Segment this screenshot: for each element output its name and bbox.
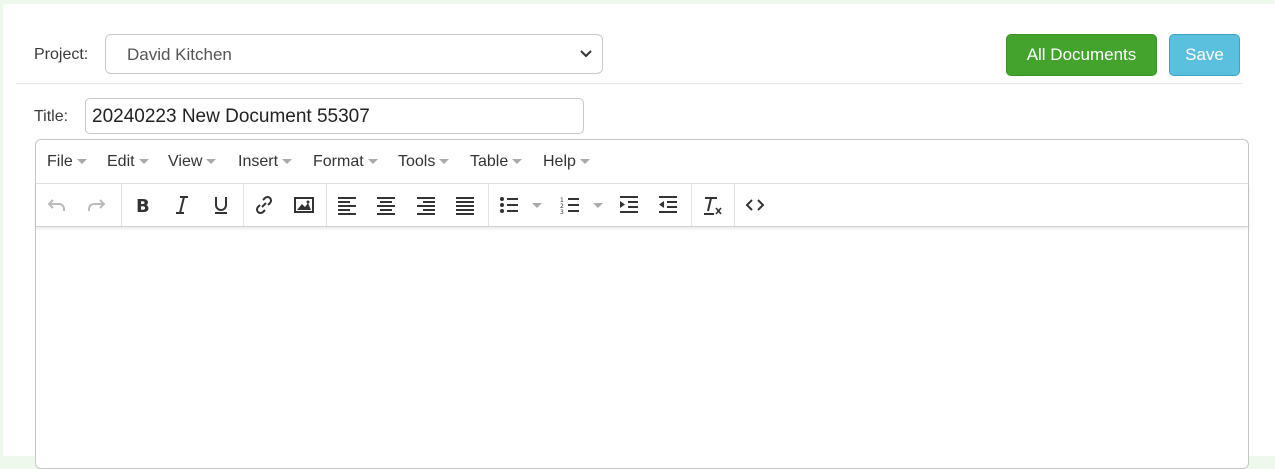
menu-label: Format bbox=[313, 153, 364, 170]
title-input[interactable]: 20240223 New Document 55307 bbox=[85, 98, 584, 134]
menu-edit[interactable]: Edit bbox=[107, 153, 149, 171]
align-left-icon[interactable] bbox=[329, 184, 365, 226]
header-row: Project: David Kitchen All Documents Sav… bbox=[3, 4, 1275, 84]
italic-icon[interactable] bbox=[164, 184, 200, 226]
source-code-icon[interactable] bbox=[737, 184, 773, 226]
clear-formatting-icon[interactable] bbox=[694, 184, 730, 226]
menu-tools[interactable]: Tools bbox=[398, 153, 450, 171]
numbered-list-icon[interactable]: 123 bbox=[552, 184, 588, 226]
align-justify-icon[interactable] bbox=[447, 184, 483, 226]
editor-toolbar: B 1 2 3 bbox=[36, 184, 1248, 227]
toolbar-separator bbox=[734, 184, 735, 226]
menu-label: File bbox=[47, 153, 73, 170]
editor-menubar: File Edit View Insert Format Tools Table… bbox=[36, 140, 1248, 184]
undo-icon[interactable] bbox=[39, 184, 75, 226]
rich-text-editor: File Edit View Insert Format Tools Table… bbox=[35, 139, 1249, 469]
project-select[interactable]: David Kitchen bbox=[105, 34, 603, 74]
menu-label: Edit bbox=[107, 153, 135, 170]
indent-icon[interactable] bbox=[611, 184, 647, 226]
chevron-down-icon bbox=[580, 50, 592, 58]
editor-content-area[interactable] bbox=[36, 228, 1248, 468]
align-center-icon[interactable] bbox=[368, 184, 404, 226]
menu-table[interactable]: Table bbox=[470, 153, 523, 171]
numbered-list-dropdown-icon[interactable] bbox=[593, 203, 603, 208]
menu-label: Insert bbox=[238, 153, 279, 170]
outdent-icon[interactable] bbox=[650, 184, 686, 226]
menu-label: Table bbox=[470, 153, 509, 170]
menu-label: Tools bbox=[398, 153, 436, 170]
toolbar-separator bbox=[243, 184, 244, 226]
document-panel: Project: David Kitchen All Documents Sav… bbox=[3, 4, 1275, 469]
menu-format[interactable]: Format bbox=[313, 153, 378, 171]
toolbar-separator bbox=[691, 184, 692, 226]
redo-icon[interactable] bbox=[78, 184, 114, 226]
divider bbox=[16, 83, 1242, 84]
menu-label: View bbox=[168, 153, 203, 170]
all-documents-button[interactable]: All Documents bbox=[1006, 34, 1157, 76]
underline-icon[interactable] bbox=[203, 184, 239, 226]
svg-text:3: 3 bbox=[560, 209, 564, 216]
align-right-icon[interactable] bbox=[408, 184, 444, 226]
bullet-list-icon[interactable] bbox=[491, 184, 527, 226]
link-icon[interactable] bbox=[246, 184, 282, 226]
menu-view[interactable]: View bbox=[168, 153, 217, 171]
toolbar-separator bbox=[121, 184, 122, 226]
save-button[interactable]: Save bbox=[1169, 34, 1240, 76]
project-select-value: David Kitchen bbox=[127, 45, 232, 64]
bullet-list-dropdown-icon[interactable] bbox=[532, 203, 542, 208]
image-icon[interactable] bbox=[286, 184, 322, 226]
project-label: Project: bbox=[34, 46, 89, 63]
title-label: Title: bbox=[34, 108, 69, 125]
menu-insert[interactable]: Insert bbox=[238, 153, 293, 171]
bold-icon[interactable]: B bbox=[124, 184, 160, 226]
title-input-value: 20240223 New Document 55307 bbox=[92, 106, 370, 127]
toolbar-separator bbox=[488, 184, 489, 226]
menu-help[interactable]: Help bbox=[543, 153, 590, 171]
menu-label: Help bbox=[543, 153, 576, 170]
menu-file[interactable]: File bbox=[47, 153, 87, 171]
toolbar-separator bbox=[326, 184, 327, 226]
svg-text:B: B bbox=[136, 196, 150, 216]
